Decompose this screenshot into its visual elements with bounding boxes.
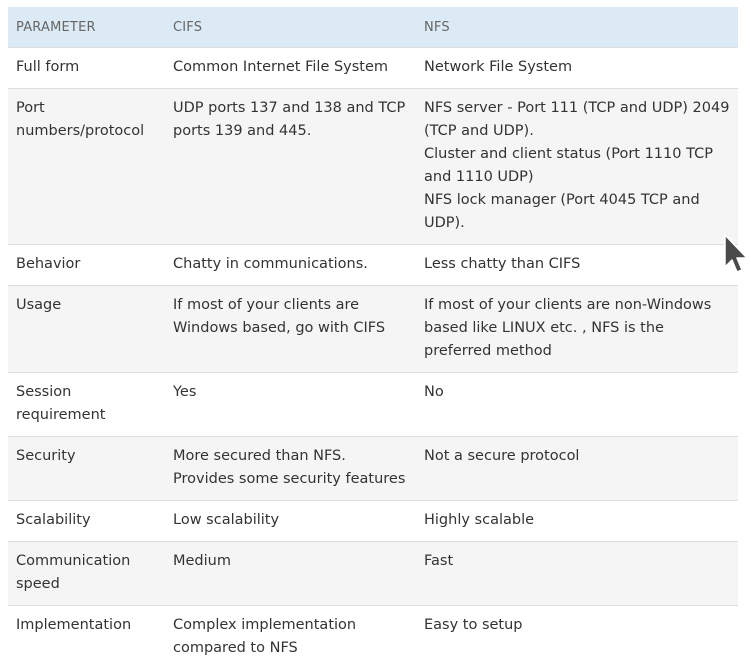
table-row: Scalability Low scalability Highly scalabl… <box>8 501 738 542</box>
table-row: ImplementationComplex implementation com… <box>8 606 738 669</box>
cell-cifs: More secured than NFS. Provides some sec… <box>165 437 416 501</box>
table-header: PARAMETER CIFS NFS <box>8 7 738 48</box>
cell-nfs: No <box>416 373 738 437</box>
table-row: Port numbers/protocolUDP ports 137 and 1… <box>8 89 738 245</box>
header-parameter: PARAMETER <box>8 7 165 48</box>
cell-line: NFS server - Port 111 (TCP and UDP) 2049… <box>424 97 730 143</box>
cell-parameter: Communication speed <box>8 542 165 606</box>
table-body: Full form Common Internet File System Netw… <box>8 48 738 669</box>
cell-parameter: Scalability <box>8 501 165 542</box>
cell-line: If most of your clients are non-Windows … <box>424 294 730 363</box>
cell-cifs: Low scalability <box>165 501 416 542</box>
cell-line: Low scalability <box>173 509 408 532</box>
cell-line: Less chatty than CIFS <box>424 253 730 276</box>
header-nfs: NFS <box>416 7 738 48</box>
table-row: SecurityMore secured than NFS. Provides … <box>8 437 738 501</box>
cell-line: UDP ports 137 and 138 and TCP ports 139 … <box>173 97 408 143</box>
cell-nfs: Less chatty than CIFS <box>416 245 738 286</box>
cell-nfs: Fast <box>416 542 738 606</box>
cell-cifs: Common Internet File System <box>165 48 416 89</box>
cell-parameter: Port numbers/protocol <box>8 89 165 245</box>
cell-line: If most of your clients are Windows base… <box>173 294 408 340</box>
cell-line: Not a secure protocol <box>424 445 730 468</box>
cell-cifs: Medium <box>165 542 416 606</box>
header-row: PARAMETER CIFS NFS <box>8 7 738 48</box>
mouse-pointer-icon <box>723 233 749 275</box>
cell-parameter: Implementation <box>8 606 165 669</box>
cell-nfs: If most of your clients are non-Windows … <box>416 286 738 373</box>
cell-parameter: Full form <box>8 48 165 89</box>
cell-nfs: Easy to setup <box>416 606 738 669</box>
cell-cifs: Yes <box>165 373 416 437</box>
cell-line: Medium <box>173 550 408 573</box>
cell-line: No <box>424 381 730 404</box>
cell-parameter: Usage <box>8 286 165 373</box>
table-row: Full form Common Internet File System Netw… <box>8 48 738 89</box>
cell-line: Chatty in communications. <box>173 253 408 276</box>
cell-line: Network File System <box>424 56 730 79</box>
cell-line: NFS lock manager (Port 4045 TCP and UDP)… <box>424 189 730 235</box>
comparison-table: PARAMETER CIFS NFS Full form Common Inter… <box>8 7 738 669</box>
cell-cifs: Chatty in communications. <box>165 245 416 286</box>
cell-line: More secured than NFS. Provides some sec… <box>173 445 408 491</box>
cell-nfs: Network File System <box>416 48 738 89</box>
table-row: Behavior Chatty in communications. Less ch… <box>8 245 738 286</box>
table-row: Communication speed Medium Fast <box>8 542 738 606</box>
cell-line: Highly scalable <box>424 509 730 532</box>
table-row: Session requirement Yes No <box>8 373 738 437</box>
table-row: UsageIf most of your clients are Windows… <box>8 286 738 373</box>
cell-nfs: NFS server - Port 111 (TCP and UDP) 2049… <box>416 89 738 245</box>
cell-cifs: If most of your clients are Windows base… <box>165 286 416 373</box>
cell-line: Cluster and client status (Port 1110 TCP… <box>424 143 730 189</box>
cell-line: Easy to setup <box>424 614 730 637</box>
cell-line: Fast <box>424 550 730 573</box>
cell-line: Yes <box>173 381 408 404</box>
header-cifs: CIFS <box>165 7 416 48</box>
cell-parameter: Behavior <box>8 245 165 286</box>
cell-line: Common Internet File System <box>173 56 408 79</box>
cell-parameter: Security <box>8 437 165 501</box>
cell-cifs: Complex implementation compared to NFS <box>165 606 416 669</box>
cell-parameter: Session requirement <box>8 373 165 437</box>
cell-cifs: UDP ports 137 and 138 and TCP ports 139 … <box>165 89 416 245</box>
cell-line: Complex implementation compared to NFS <box>173 614 408 660</box>
cell-nfs: Highly scalable <box>416 501 738 542</box>
cell-nfs: Not a secure protocol <box>416 437 738 501</box>
